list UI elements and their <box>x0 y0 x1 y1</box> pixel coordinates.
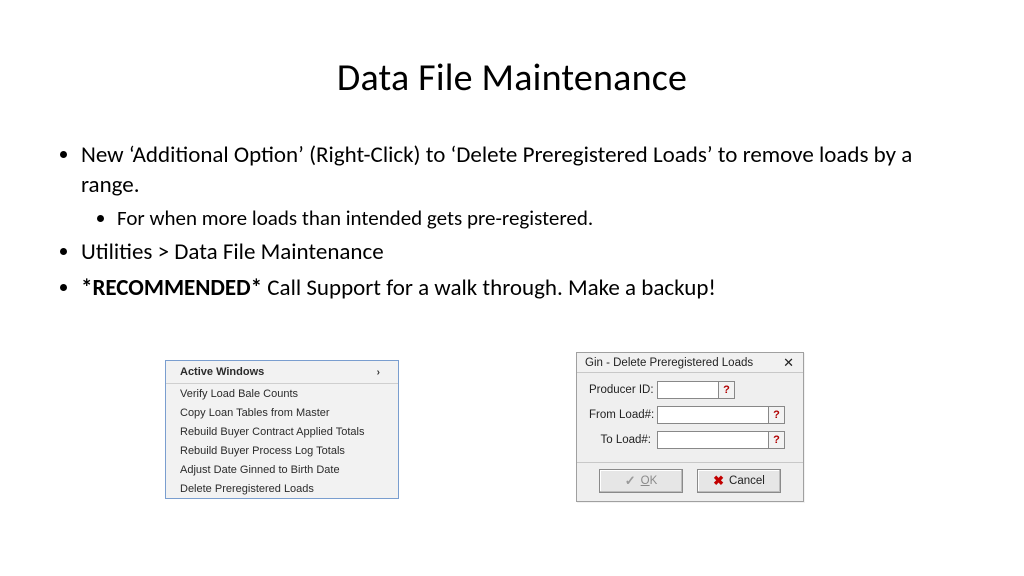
ok-button-label: OK <box>641 475 658 487</box>
from-load-row: From Load#: ? <box>589 406 793 424</box>
ok-underline: O <box>641 475 650 487</box>
dialog-titlebar: Gin - Delete Preregistered Loads ✕ <box>577 353 803 373</box>
menu-item-verify-load-bale-counts[interactable]: Verify Load Bale Counts <box>166 384 398 403</box>
to-load-label: To Load#: <box>589 434 657 446</box>
bullet-3-rest: Call Support for a walk through. Make a … <box>262 274 716 302</box>
to-load-row: To Load#: ? <box>589 431 793 449</box>
figures: Active Windows › Verify Load Bale Counts… <box>0 360 1024 540</box>
to-load-input[interactable] <box>657 431 769 449</box>
menu-item-adjust-date-ginned[interactable]: Adjust Date Ginned to Birth Date <box>166 460 398 479</box>
close-icon[interactable]: ✕ <box>780 356 797 369</box>
bullet-list: New ‘Additional Option’ (Right-Click) to… <box>55 141 969 304</box>
producer-id-input[interactable] <box>657 381 719 399</box>
menu-item-label: Rebuild Buyer Contract Applied Totals <box>180 426 364 438</box>
help-icon[interactable]: ? <box>769 431 785 449</box>
menu-item-label: Verify Load Bale Counts <box>180 388 298 400</box>
menu-item-delete-preregistered-loads[interactable]: Delete Preregistered Loads <box>166 479 398 498</box>
menu-item-label: Adjust Date Ginned to Birth Date <box>180 464 340 476</box>
context-menu-header[interactable]: Active Windows › <box>166 361 398 384</box>
context-menu: Active Windows › Verify Load Bale Counts… <box>165 360 399 499</box>
dialog-title: Gin - Delete Preregistered Loads <box>585 357 753 369</box>
help-icon[interactable]: ? <box>769 406 785 424</box>
menu-item-copy-loan-tables[interactable]: Copy Loan Tables from Master <box>166 403 398 422</box>
dialog-body: Producer ID: ? From Load#: ? To Load#: ? <box>577 373 803 462</box>
ok-button[interactable]: ✓ OK <box>599 469 683 493</box>
page-title: Data File Maintenance <box>55 55 969 101</box>
sub-bullet-list: For when more loads than intended gets p… <box>81 205 969 232</box>
chevron-right-icon: › <box>377 367 380 378</box>
producer-id-label: Producer ID: <box>589 384 657 396</box>
ok-rest: K <box>650 475 658 487</box>
delete-preregistered-loads-dialog: Gin - Delete Preregistered Loads ✕ Produ… <box>576 352 804 502</box>
menu-item-label: Rebuild Buyer Process Log Totals <box>180 445 345 457</box>
cancel-button[interactable]: ✖ Cancel <box>697 469 781 493</box>
context-menu-header-label: Active Windows <box>180 366 264 378</box>
menu-item-label: Delete Preregistered Loads <box>180 483 314 495</box>
bullet-3: *RECOMMENDED* Call Support for a walk th… <box>81 274 969 304</box>
from-load-input[interactable] <box>657 406 769 424</box>
x-icon: ✖ <box>713 473 724 489</box>
cancel-button-label: Cancel <box>729 475 765 487</box>
bullet-3-bold: *RECOMMENDED* <box>81 274 262 302</box>
slide: Data File Maintenance New ‘Additional Op… <box>0 0 1024 576</box>
dialog-button-bar: ✓ OK ✖ Cancel <box>577 462 803 501</box>
bullet-1-text: New ‘Additional Option’ (Right-Click) to… <box>81 141 912 199</box>
producer-id-row: Producer ID: ? <box>589 381 793 399</box>
from-load-label: From Load#: <box>589 409 657 421</box>
menu-item-rebuild-process-log-totals[interactable]: Rebuild Buyer Process Log Totals <box>166 441 398 460</box>
check-icon: ✓ <box>625 473 636 489</box>
bullet-1: New ‘Additional Option’ (Right-Click) to… <box>81 141 969 232</box>
bullet-1a: For when more loads than intended gets p… <box>117 205 969 232</box>
menu-item-label: Copy Loan Tables from Master <box>180 407 330 419</box>
bullet-2: Utilities > Data File Maintenance <box>81 238 969 268</box>
help-icon[interactable]: ? <box>719 381 735 399</box>
menu-item-rebuild-contract-totals[interactable]: Rebuild Buyer Contract Applied Totals <box>166 422 398 441</box>
